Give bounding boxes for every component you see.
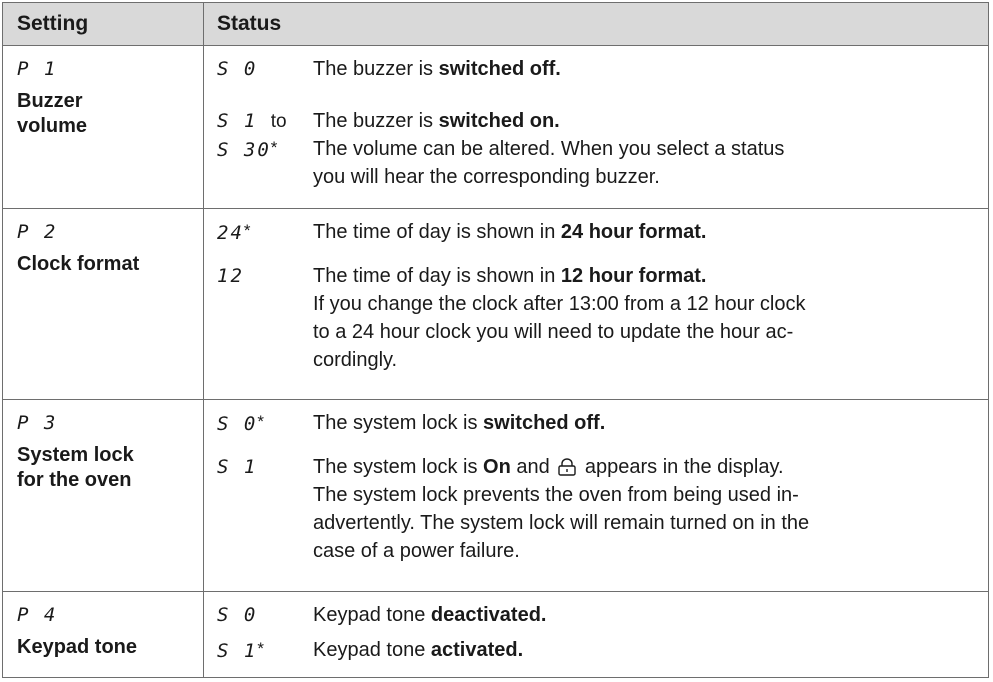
status-code: 12: [217, 265, 244, 287]
status-code: S 1 to: [217, 110, 287, 132]
setting-name-line: volume: [17, 115, 88, 137]
setting-name: Keypad tone: [17, 635, 137, 660]
status-description: Keypad tone deactivated.: [313, 604, 547, 626]
row-divider: [3, 399, 988, 400]
setting-code: P 2: [17, 221, 58, 243]
setting-name-line: Clock format: [17, 253, 140, 275]
status-description: The time of day is shown in 24 hour form…: [313, 221, 707, 243]
status-code: S 30*: [217, 138, 278, 161]
row-divider: [3, 45, 988, 46]
row-divider: [3, 208, 988, 209]
setting-name-line: for the oven: [17, 469, 132, 491]
settings-table: Setting Status P 1 Buzzer volume S 0 The…: [2, 2, 989, 678]
header-status: Status: [217, 12, 282, 35]
status-code: S 0: [217, 604, 258, 626]
setting-name-line: Keypad tone: [17, 636, 138, 658]
column-divider: [203, 3, 204, 677]
setting-code: P 4: [17, 604, 58, 626]
table-header: Setting Status: [3, 3, 988, 45]
status-description: The buzzer is switched off.: [313, 58, 561, 80]
status-code: S 1*: [217, 639, 264, 662]
status-code: S 1: [217, 456, 258, 478]
setting-name-line: System lock: [17, 444, 134, 466]
status-code: 24*: [217, 221, 251, 244]
setting-name: System lock for the oven: [17, 443, 134, 493]
status-description: Keypad tone activated.: [313, 639, 524, 661]
status-code: S 0*: [217, 412, 264, 435]
status-description: The time of day is shown in 12 hour form…: [313, 265, 806, 371]
setting-code: P 3: [17, 412, 58, 434]
lock-icon: [558, 458, 577, 476]
setting-name-line: Buzzer: [17, 90, 83, 112]
setting-name: Clock format: [17, 252, 139, 277]
setting-name: Buzzer volume: [17, 89, 87, 139]
setting-code: P 1: [17, 58, 58, 80]
header-setting: Setting: [17, 12, 89, 35]
status-code: S 0: [217, 58, 258, 80]
status-description: The system lock is switched off.: [313, 412, 606, 434]
row-divider: [3, 591, 988, 592]
status-description: The system lock is On and appears in the…: [313, 456, 810, 562]
status-description: The buzzer is switched on. The volume ca…: [313, 110, 785, 188]
